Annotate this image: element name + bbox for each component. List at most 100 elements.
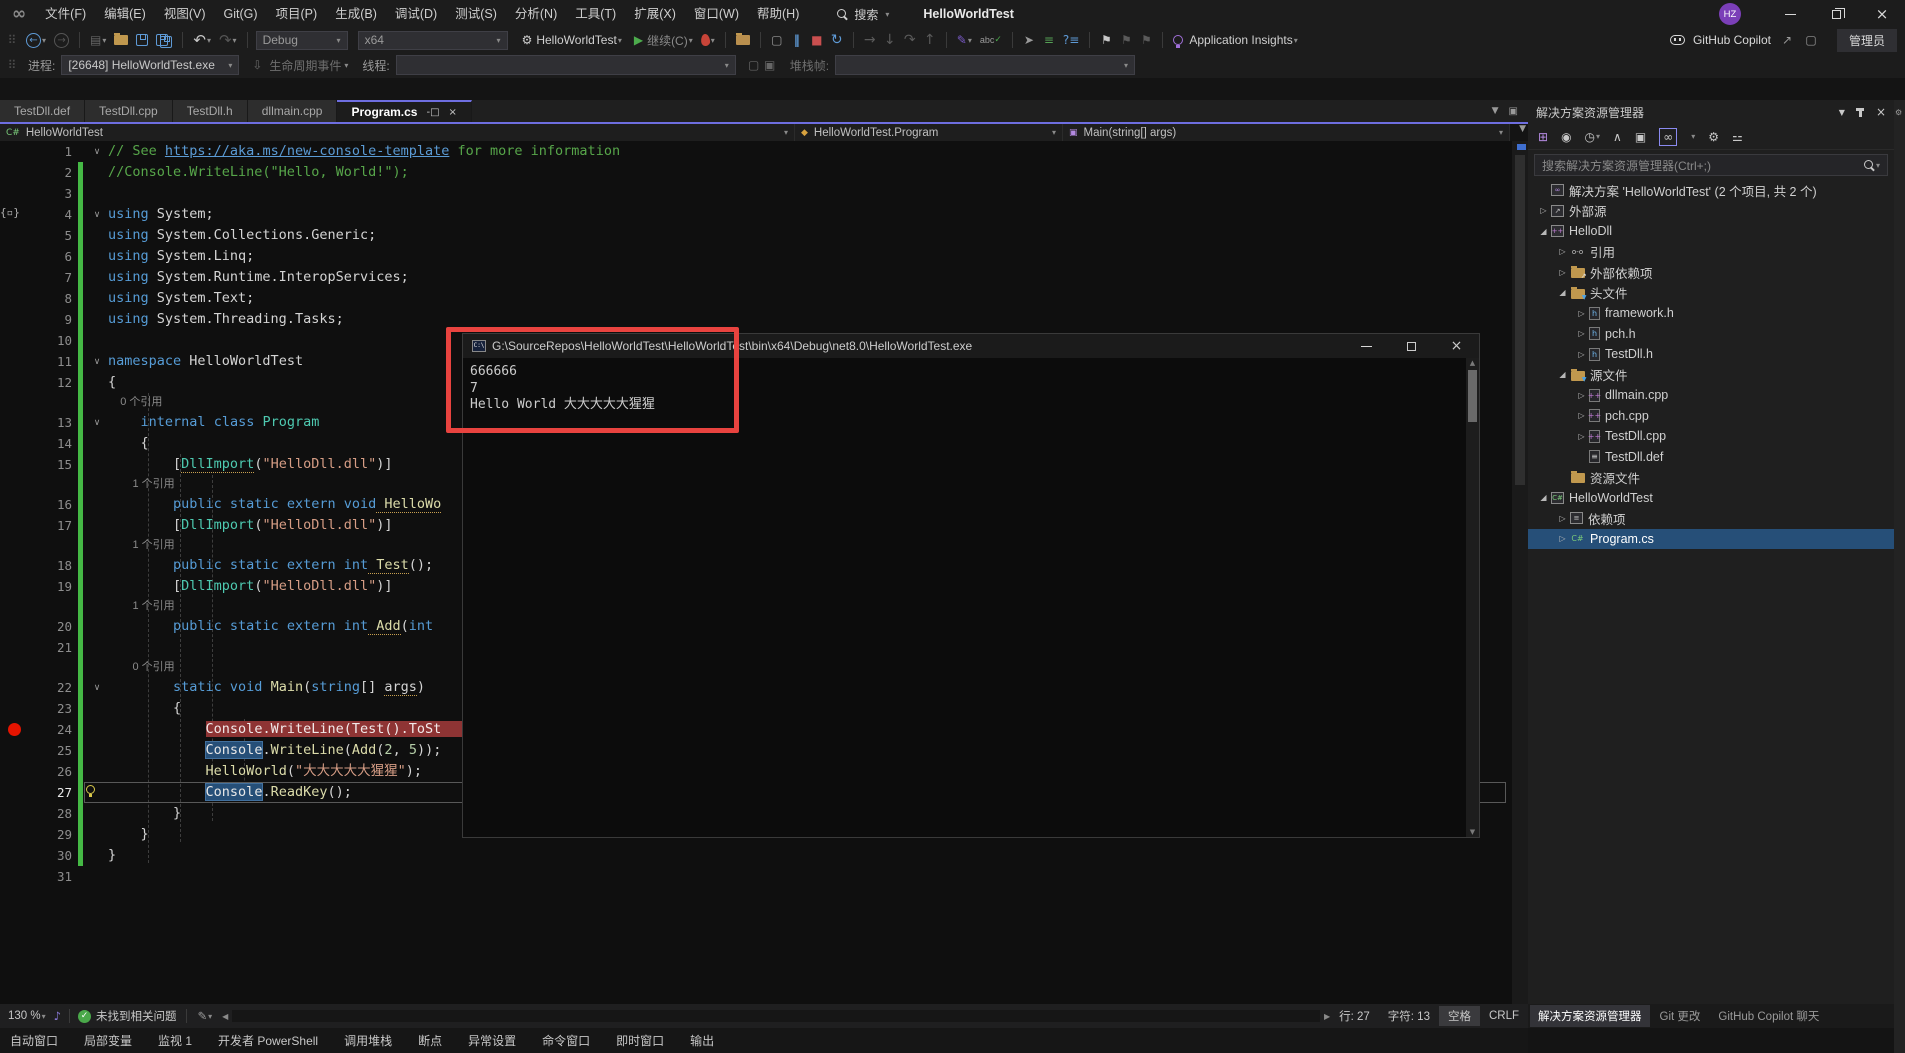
pin-icon[interactable]: -□ — [426, 107, 439, 118]
breakpoint-margin[interactable] — [0, 309, 34, 330]
expand-arrow-icon[interactable]: ◢ — [1555, 288, 1570, 297]
breadcrumb-collapse-icon[interactable]: ▼ — [1519, 124, 1526, 134]
pending-changes-filter-icon[interactable]: ◷▾ — [1585, 130, 1601, 144]
pointer-mode-icon[interactable]: ➤ — [1021, 30, 1037, 50]
menu-item-GitG[interactable]: Git(G) — [214, 0, 266, 28]
breakpoint-margin[interactable] — [0, 267, 34, 288]
breakpoint-margin[interactable] — [0, 454, 34, 475]
redo-button[interactable]: ↷▾ — [217, 30, 239, 50]
preview-selected-items-icon[interactable]: ▣ — [1635, 130, 1646, 144]
tab-TestDll.h[interactable]: TestDll.h — [173, 100, 248, 122]
hscroll-left-arrow-icon[interactable]: ◀ — [222, 1012, 228, 1021]
home-icon[interactable]: ◉ — [1561, 130, 1571, 144]
tree-item-TestDllh[interactable]: ▷hTestDll.h — [1528, 344, 1894, 365]
dock-tab-[interactable]: 断点 — [418, 1032, 442, 1049]
indentation-mode-indicator[interactable]: 空格 — [1439, 1006, 1480, 1026]
code-line-31[interactable]: 31 — [0, 866, 1510, 887]
scrollbar-thumb[interactable] — [1515, 155, 1525, 485]
menu-item-H[interactable]: 帮助(H) — [748, 0, 808, 28]
pause-button[interactable]: ‖ — [789, 30, 805, 50]
menu-item-S[interactable]: 测试(S) — [446, 0, 506, 28]
code-line-3[interactable]: 3 — [0, 183, 1510, 204]
stop-button[interactable]: ■ — [809, 30, 825, 50]
panel-tab-[interactable]: 解决方案资源管理器 — [1530, 1005, 1650, 1027]
expand-arrow-icon[interactable]: ▷ — [1574, 309, 1589, 318]
expand-arrow-icon[interactable]: ▷ — [1536, 206, 1551, 215]
code-line-8[interactable]: 8using System.Text; — [0, 288, 1510, 309]
panel-tab-Git[interactable]: Git 更改 — [1652, 1005, 1709, 1027]
breakpoint-margin[interactable] — [0, 246, 34, 267]
continue-button[interactable]: ▶ 继续(C) ▾ — [632, 30, 695, 50]
tree-item-HelloWorldTest[interactable]: ◢C#HelloWorldTest — [1528, 488, 1894, 509]
breakpoint-margin[interactable] — [0, 412, 34, 433]
breakpoint-margin[interactable] — [0, 698, 34, 719]
tree-item-pchh[interactable]: ▷hpch.h — [1528, 324, 1894, 345]
tree-item-HelloDll[interactable]: ◢++HelloDll — [1528, 221, 1894, 242]
code-line-4[interactable]: {▫}4∨using System; — [0, 204, 1510, 225]
breakpoint-margin[interactable] — [0, 433, 34, 454]
lightbulb-icon[interactable] — [86, 785, 95, 794]
tree-item-dllmaincpp[interactable]: ▷++dllmain.cpp — [1528, 385, 1894, 406]
close-icon[interactable]: × — [449, 107, 457, 118]
breakpoint-margin[interactable] — [0, 866, 34, 887]
breakpoint-margin[interactable] — [0, 677, 34, 698]
breadcrumb-segment[interactable]: C#HelloWorldTest▾ — [0, 124, 795, 141]
expand-arrow-icon[interactable]: ◢ — [1555, 370, 1570, 379]
switch-views-icon[interactable]: ⊞ — [1538, 130, 1548, 144]
share-icon[interactable]: ↗ — [1779, 30, 1795, 50]
code-line-2[interactable]: 2//Console.WriteLine("Hello, World!"); — [0, 162, 1510, 183]
spell-check-icon[interactable]: abc✓ — [978, 30, 1004, 50]
search-box[interactable]: 搜索 ▾ — [836, 6, 889, 23]
fold-margin[interactable]: ∨ — [86, 418, 108, 428]
tree-item-pchcpp[interactable]: ▷++pch.cpp — [1528, 406, 1894, 427]
lifecycle-events-button[interactable]: 生命周期事件 — [269, 57, 341, 74]
menu-item-V[interactable]: 视图(V) — [155, 0, 215, 28]
undo-button[interactable]: ↶▾ — [191, 30, 213, 50]
collapse-all-icon[interactable]: ∧ — [1613, 130, 1622, 144]
thread-list-icon[interactable]: ▣ — [762, 55, 778, 75]
menu-item-P[interactable]: 项目(P) — [267, 0, 327, 28]
expand-arrow-icon[interactable]: ▷ — [1574, 432, 1589, 441]
breakpoint-margin[interactable] — [0, 475, 34, 494]
tree-item-[interactable]: ◢头文件 — [1528, 283, 1894, 304]
breakpoint-margin[interactable] — [0, 372, 34, 393]
breakpoint-margin[interactable] — [0, 288, 34, 309]
tab-TestDll.cpp[interactable]: TestDll.cpp — [85, 100, 173, 122]
code-line-7[interactable]: 7using System.Runtime.InteropServices; — [0, 267, 1510, 288]
next-bookmark-icon[interactable]: ⚑ — [1138, 30, 1154, 50]
step-into-icon[interactable]: ↓ — [882, 30, 898, 50]
show-next-statement-icon[interactable]: → — [862, 30, 878, 50]
expand-arrow-icon[interactable]: ▷ — [1574, 411, 1589, 420]
feedback-icon[interactable]: ▢ — [1803, 30, 1819, 50]
menu-item-F[interactable]: 文件(F) — [36, 0, 95, 28]
show-all-files-icon[interactable]: ⚍ — [1732, 130, 1743, 144]
expand-arrow-icon[interactable]: ◢ — [1536, 493, 1551, 502]
console-minimize-button[interactable] — [1344, 334, 1389, 358]
line-ending-indicator[interactable]: CRLF — [1480, 1010, 1528, 1022]
fold-margin[interactable]: ∨ — [86, 210, 108, 220]
tree-item-HelloWorldTest22[interactable]: ∞解决方案 'HelloWorldTest' (2 个项目, 共 2 个) — [1528, 180, 1894, 201]
break-all-window-icon[interactable]: ▢ — [769, 30, 785, 50]
save-button[interactable] — [134, 30, 150, 50]
breakpoint-margin[interactable] — [0, 803, 34, 824]
breakpoint-margin[interactable] — [0, 576, 34, 597]
pin-icon[interactable] — [1859, 108, 1862, 117]
breakpoint-margin[interactable] — [0, 719, 34, 740]
breakpoint-margin[interactable] — [0, 845, 34, 866]
console-scrollbar[interactable]: ▲ ▼ — [1466, 358, 1479, 837]
close-icon[interactable]: × — [1876, 105, 1886, 119]
tree-item-[interactable]: ▷↗外部源 — [1528, 201, 1894, 222]
tree-item-frameworkh[interactable]: ▷hframework.h — [1528, 303, 1894, 324]
tree-item-[interactable]: ◢源文件 — [1528, 365, 1894, 386]
code-health-pen-icon[interactable]: ✎ — [197, 1009, 207, 1023]
dock-tab-1[interactable]: 监视 1 — [158, 1032, 192, 1049]
tree-item-TestDlldef[interactable]: ≡TestDll.def — [1528, 447, 1894, 468]
dock-tab-[interactable]: 即时窗口 — [616, 1032, 664, 1049]
new-project-button[interactable]: ▤▾ — [88, 30, 108, 50]
restart-button[interactable]: ↻ — [829, 30, 845, 50]
show-all-files-button[interactable] — [734, 30, 752, 50]
breakpoint-margin[interactable] — [0, 351, 34, 372]
breakpoint-margin[interactable] — [0, 761, 34, 782]
comment-lines-icon[interactable]: ?≡ — [1061, 30, 1081, 50]
breakpoint-margin[interactable] — [0, 616, 34, 637]
